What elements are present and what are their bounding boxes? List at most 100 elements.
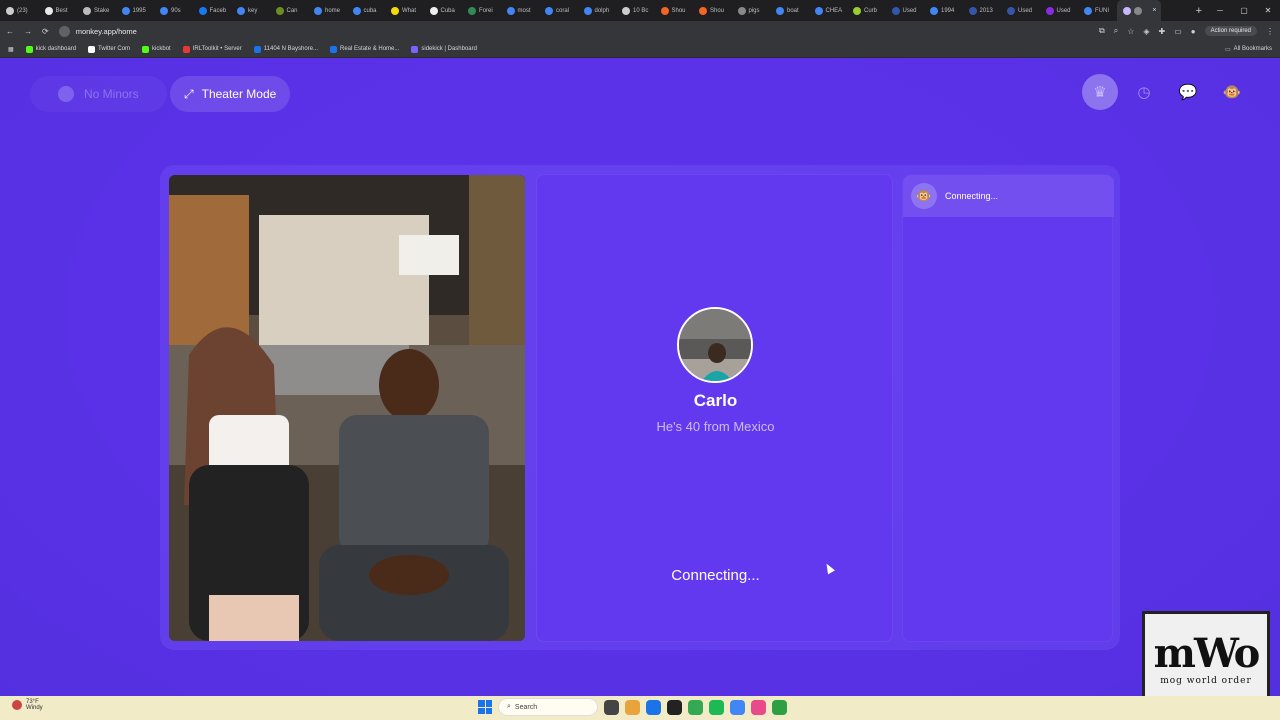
browser-tab[interactable]: 2013 bbox=[963, 0, 1002, 21]
back-icon[interactable]: ← bbox=[6, 27, 14, 36]
bookmark-item[interactable]: Real Estate & Home... bbox=[330, 45, 399, 53]
browser-tab[interactable]: Used bbox=[886, 0, 925, 21]
browser-tab[interactable]: 1994 bbox=[924, 0, 963, 21]
browser-tab[interactable]: key bbox=[231, 0, 270, 21]
bookmark-label: IRLToolkit • Server bbox=[192, 46, 242, 52]
taskbar-search[interactable]: ⌕ Search bbox=[498, 698, 598, 716]
extension-icon[interactable]: ◈ bbox=[1143, 27, 1149, 36]
browser-tab[interactable]: (23) bbox=[0, 0, 39, 21]
minimize-icon[interactable]: ─ bbox=[1208, 6, 1232, 15]
browser-tab[interactable]: Shou bbox=[655, 0, 694, 21]
browser-tab-active[interactable]: × bbox=[1116, 0, 1161, 21]
no-minors-button[interactable]: No Minors bbox=[30, 76, 167, 112]
browser-tab[interactable]: dolph bbox=[578, 0, 617, 21]
tab-label: 2013 bbox=[979, 7, 993, 14]
browser-tab[interactable]: Shou bbox=[693, 0, 732, 21]
all-bookmarks-button[interactable]: ▭ All Bookmarks bbox=[1225, 46, 1272, 53]
no-minors-icon bbox=[58, 86, 74, 102]
extensions-puzzle-icon[interactable]: ✚ bbox=[1159, 27, 1166, 36]
browser-tab[interactable]: CHEA bbox=[809, 0, 848, 21]
browser-menu-icon[interactable]: ⋮ bbox=[1266, 27, 1274, 36]
monkey-avatar-icon[interactable]: 🐵 bbox=[1214, 74, 1250, 110]
tab-favicon-icon bbox=[891, 6, 900, 15]
browser-tab[interactable]: FUNI bbox=[1078, 0, 1117, 21]
install-icon[interactable]: ⧉ bbox=[1099, 26, 1105, 36]
audio-icon bbox=[1133, 6, 1142, 15]
tab-label: boat bbox=[787, 7, 799, 14]
close-window-icon[interactable]: ✕ bbox=[1256, 6, 1280, 15]
url-text[interactable]: monkey.app/home bbox=[76, 27, 137, 36]
bookmark-item[interactable]: 11404 N Bayshore... bbox=[253, 45, 318, 53]
apps-grid-icon[interactable]: ▦ bbox=[8, 46, 14, 53]
tab-favicon-icon bbox=[1007, 6, 1015, 15]
browser-tab[interactable]: Stake bbox=[77, 0, 116, 21]
app-icon-dark[interactable] bbox=[667, 699, 682, 715]
tab-label: Shou bbox=[710, 7, 725, 14]
profile-icon[interactable]: ● bbox=[1191, 27, 1196, 36]
browser-tab[interactable]: Faceb bbox=[193, 0, 232, 21]
browser-tab[interactable]: 1995 bbox=[116, 0, 155, 21]
task-view-icon[interactable] bbox=[604, 699, 619, 715]
app-icon-pink[interactable] bbox=[751, 699, 766, 715]
browser-tab[interactable]: boat bbox=[770, 0, 809, 21]
reload-icon[interactable]: ⟳ bbox=[42, 27, 49, 36]
tab-label: 10 Bc bbox=[633, 7, 649, 14]
browser-tab[interactable]: Best bbox=[39, 0, 78, 21]
browser-tab[interactable]: Curb bbox=[847, 0, 886, 21]
bookmark-label: kick dashboard bbox=[35, 46, 77, 52]
tab-label: 90s bbox=[171, 7, 181, 14]
maximize-icon[interactable]: ▢ bbox=[1232, 6, 1256, 15]
tab-label: most bbox=[517, 7, 531, 14]
app-icon-blue[interactable] bbox=[730, 699, 745, 715]
tab-favicon-icon bbox=[583, 6, 592, 15]
bookmark-item[interactable]: sidekick | Dashboard bbox=[411, 45, 477, 53]
browser-tab[interactable]: Can bbox=[270, 0, 309, 21]
omnibox[interactable]: monkey.app/home bbox=[58, 23, 1059, 39]
browser-tab[interactable]: Used bbox=[1040, 0, 1079, 21]
chat-icon[interactable]: 💬 bbox=[1170, 74, 1206, 110]
tab-label: Used bbox=[1018, 7, 1033, 14]
history-icon[interactable]: ◷ bbox=[1126, 74, 1162, 110]
bookmark-item[interactable]: kickbot bbox=[142, 45, 171, 53]
zoom-icon[interactable]: ⌕ bbox=[1114, 26, 1118, 36]
tab-label: 1994 bbox=[941, 7, 955, 14]
weather-widget[interactable]: 73°F Windy bbox=[12, 699, 43, 711]
crown-icon[interactable]: ♛ bbox=[1082, 74, 1118, 110]
tab-favicon-icon bbox=[83, 6, 91, 15]
bookmark-label: kickbot bbox=[152, 46, 171, 52]
mwo-logo-caption: mog world order bbox=[1160, 676, 1252, 686]
bookmark-item[interactable]: kick dashboard bbox=[25, 45, 77, 53]
close-tab-icon[interactable]: × bbox=[1152, 7, 1156, 14]
browser-tab[interactable]: What bbox=[385, 0, 424, 21]
action-required-button[interactable]: Action required bbox=[1204, 26, 1257, 36]
browser-tab[interactable]: Cuba bbox=[424, 0, 463, 21]
folder-icon: ▭ bbox=[1224, 46, 1231, 53]
bookmark-item[interactable]: IRLToolkit • Server bbox=[182, 45, 242, 53]
windows-start-icon[interactable] bbox=[478, 700, 492, 714]
browser-tab[interactable]: coral bbox=[539, 0, 578, 21]
browser-tab[interactable]: cuba bbox=[347, 0, 386, 21]
browser-tab[interactable]: 10 Bc bbox=[616, 0, 655, 21]
browser-tab[interactable]: Used bbox=[1001, 0, 1040, 21]
chrome-alt-icon[interactable] bbox=[688, 699, 703, 715]
browser-tab[interactable]: Forei bbox=[462, 0, 501, 21]
tab-label: cuba bbox=[363, 7, 377, 14]
file-explorer-icon[interactable] bbox=[625, 699, 640, 715]
browser-tab[interactable]: home bbox=[308, 0, 347, 21]
tab-label: key bbox=[248, 7, 258, 14]
browser-tab[interactable]: pigs bbox=[732, 0, 771, 21]
bookmark-item[interactable]: Twitter Com bbox=[88, 45, 130, 53]
chrome-icon[interactable] bbox=[646, 699, 661, 715]
address-bar-actions: ⧉ ⌕ ☆ ◈ ✚ ▭ ● Action required ⋮ bbox=[1099, 26, 1274, 36]
new-tab-button[interactable]: + bbox=[1190, 5, 1208, 17]
site-info-icon[interactable] bbox=[58, 25, 70, 37]
side-panel-icon[interactable]: ▭ bbox=[1174, 27, 1182, 36]
bookmark-star-icon[interactable]: ☆ bbox=[1127, 27, 1134, 36]
browser-tab[interactable]: 90s bbox=[154, 0, 193, 21]
forward-icon[interactable]: → bbox=[24, 27, 32, 36]
spotify-icon[interactable] bbox=[709, 699, 724, 715]
match-avatar bbox=[677, 307, 753, 383]
app-icon-green[interactable] bbox=[772, 699, 787, 715]
browser-tab[interactable]: most bbox=[501, 0, 540, 21]
theater-mode-button[interactable]: ⤢ Theater Mode bbox=[170, 76, 291, 112]
